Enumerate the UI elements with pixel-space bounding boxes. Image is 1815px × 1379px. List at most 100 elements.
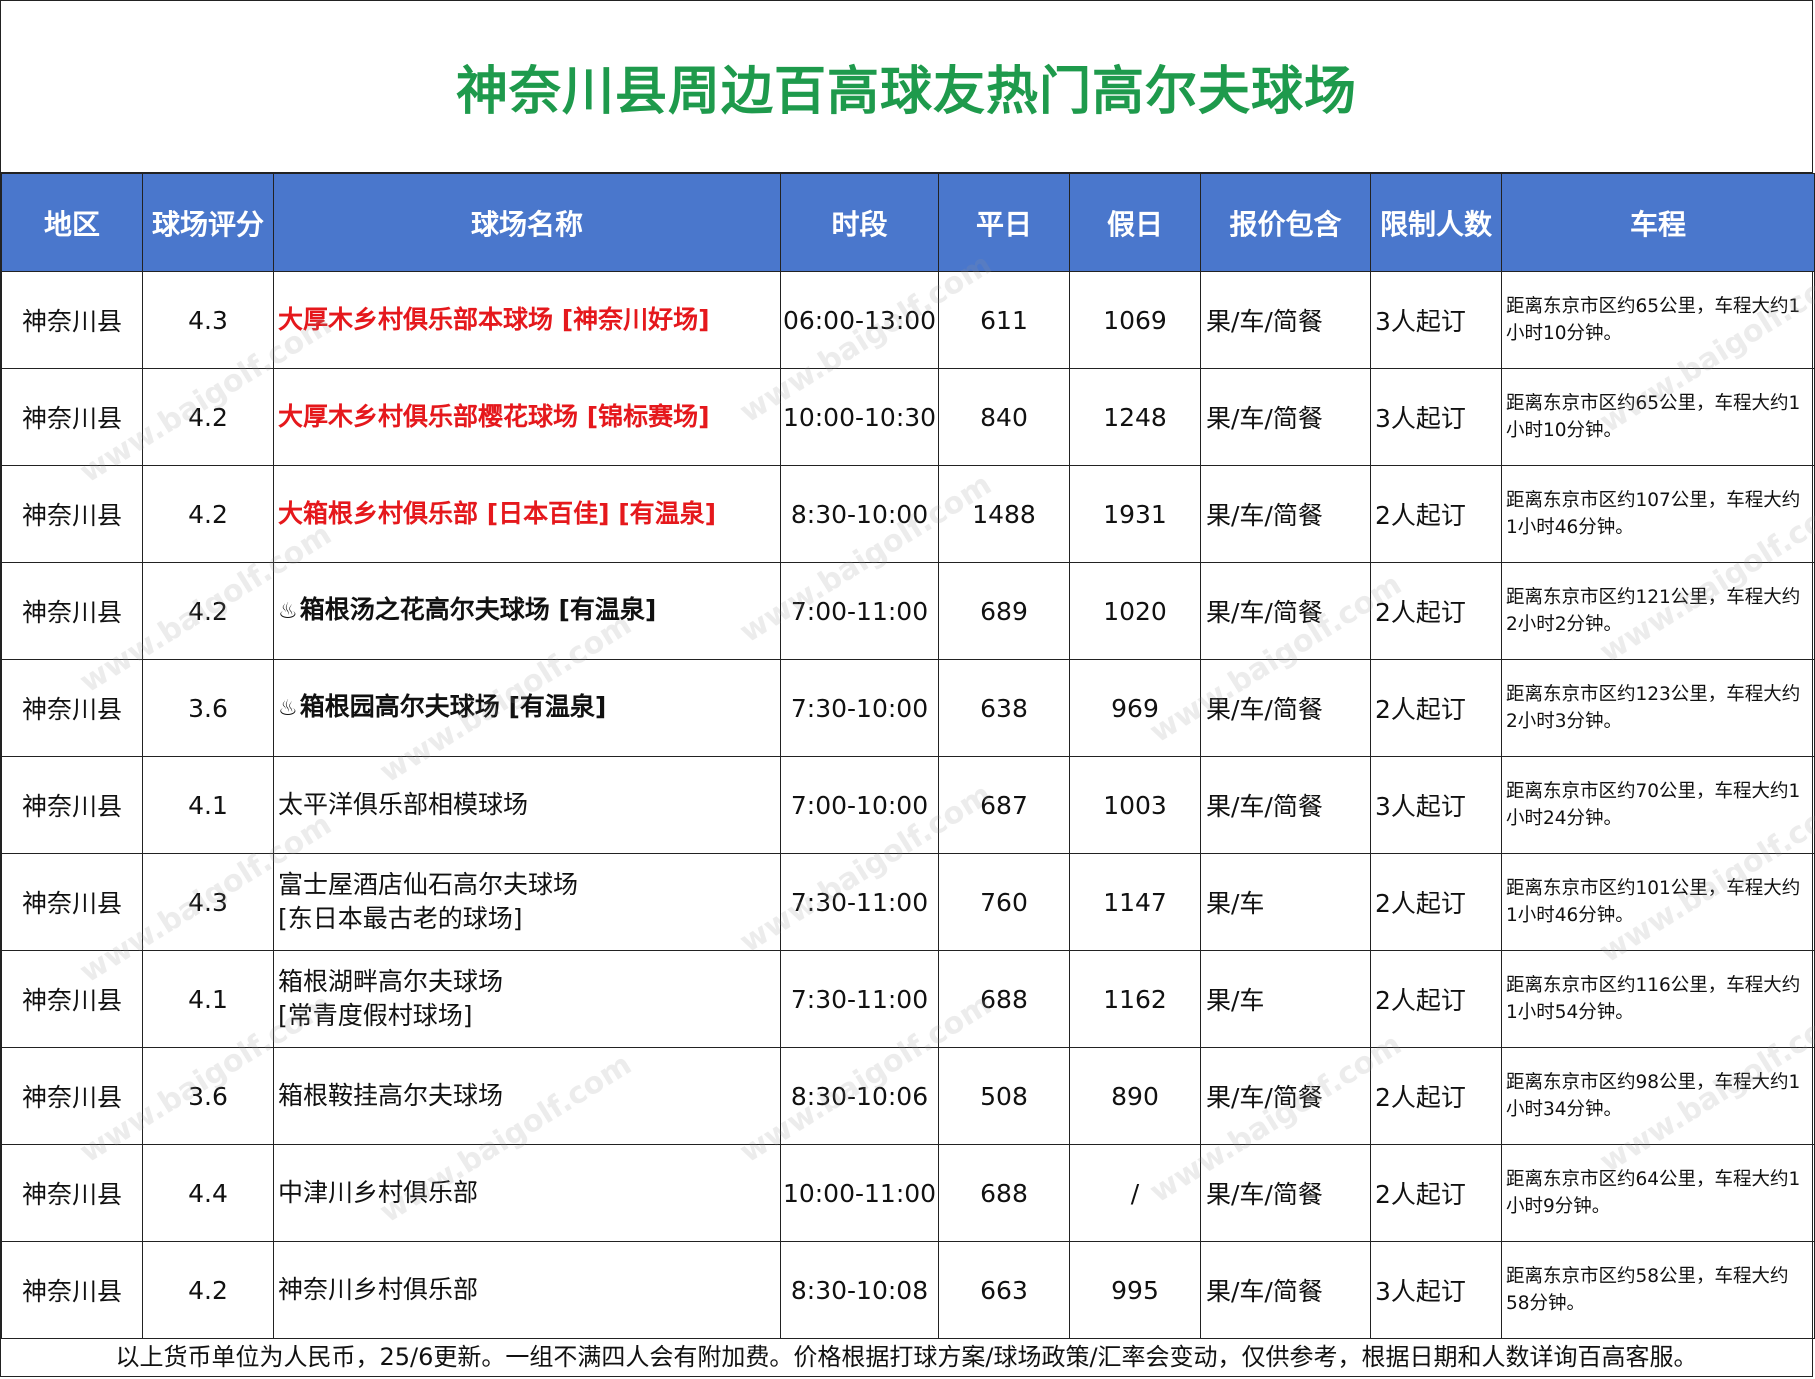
drive-line: 距离东京市区约98公里，车程大约1 [1506, 1072, 1801, 1093]
table-row: 神奈川县 4.2 大箱根乡村俱乐部 [日本百佳] [有温泉] 8:30-10:00 14… [1, 465, 1815, 563]
drive-line: 距离东京市区约107公里，车程大约 [1506, 490, 1801, 511]
course-name: 太平洋俱乐部相模球场 [278, 790, 529, 819]
time-slot-cell: 10:00-10:30 [780, 368, 939, 466]
weekday-price-cell: 689 [938, 562, 1070, 660]
price-sheet: 神奈川县周边百高球友热门高尔夫球场 地区 球场评分 球场名称 时段 平日 假日 … [0, 0, 1815, 1377]
holiday-price-cell: 1003 [1069, 756, 1201, 854]
min-players-cell: 2人起订 [1370, 465, 1502, 563]
weekday-price-cell: 663 [938, 1241, 1070, 1339]
region-cell: 神奈川县 [1, 1241, 143, 1339]
min-players-cell: 3人起订 [1370, 368, 1502, 466]
drive-line: 距离东京市区约70公里，车程大约1 [1506, 781, 1801, 802]
table-row: 神奈川县 3.6 ♨箱根园高尔夫球场 [有温泉] 7:30-10:00 638 969 果/… [1, 659, 1815, 757]
holiday-price-cell: 995 [1069, 1241, 1201, 1339]
header-drive-time: 车程 [1501, 173, 1815, 272]
holiday-price-cell: 890 [1069, 1047, 1201, 1145]
rating-cell: 4.2 [142, 562, 274, 660]
course-name: 大箱根乡村俱乐部 [日本百佳] [有温泉] [278, 499, 717, 528]
drive-line: 小时24分钟。 [1506, 808, 1623, 829]
includes-cell: 果/车/简餐 [1200, 1047, 1371, 1145]
table-row: 神奈川县 4.2 神奈川乡村俱乐部 8:30-10:08 663 995 果/车/简餐 3人起… [1, 1241, 1815, 1339]
drive-line: 1小时46分钟。 [1506, 905, 1634, 926]
course-name-cell: 箱根鞍挂高尔夫球场 [273, 1047, 781, 1145]
course-name: 箱根汤之花高尔夫球场 [有温泉] [299, 595, 657, 624]
region-cell: 神奈川县 [1, 1047, 143, 1145]
golf-course-table: 地区 球场评分 球场名称 时段 平日 假日 报价包含 限制人数 车程 神奈川县 4… [1, 173, 1815, 1339]
weekday-price-cell: 687 [938, 756, 1070, 854]
rating-cell: 3.6 [142, 1047, 274, 1145]
min-players-cell: 2人起订 [1370, 853, 1502, 951]
drive-line: 距离东京市区约65公里，车程大约1 [1506, 296, 1801, 317]
includes-cell: 果/车/简餐 [1200, 271, 1371, 369]
time-slot-cell: 7:30-10:00 [780, 659, 939, 757]
course-name: 箱根园高尔夫球场 [有温泉] [299, 692, 607, 721]
holiday-price-cell: 1020 [1069, 562, 1201, 660]
includes-cell: 果/车/简餐 [1200, 465, 1371, 563]
course-name-cell: ♨箱根园高尔夫球场 [有温泉] [273, 659, 781, 757]
drive-line: 1小时54分钟。 [1506, 1002, 1634, 1023]
course-name-cell: 大厚木乡村俱乐部本球场 [神奈川好场] [273, 271, 781, 369]
min-players-cell: 2人起订 [1370, 1144, 1502, 1242]
time-slot-cell: 8:30-10:08 [780, 1241, 939, 1339]
course-name: 箱根湖畔高尔夫球场 [278, 967, 504, 996]
rating-cell: 4.2 [142, 368, 274, 466]
hot-spring-icon: ♨ [278, 696, 298, 721]
table-row: 神奈川县 4.1 箱根湖畔高尔夫球场 [常青度假村球场] 7:30-11:00 688 11… [1, 950, 1815, 1048]
includes-cell: 果/车/简餐 [1200, 1241, 1371, 1339]
min-players-cell: 2人起订 [1370, 1047, 1502, 1145]
weekday-price-cell: 1488 [938, 465, 1070, 563]
header-weekday-price: 平日 [938, 173, 1070, 272]
page-title: 神奈川县周边百高球友热门高尔夫球场 [455, 62, 1357, 122]
drive-line: 58分钟。 [1506, 1293, 1586, 1314]
rating-cell: 4.2 [142, 1241, 274, 1339]
includes-cell: 果/车/简餐 [1200, 659, 1371, 757]
includes-cell: 果/车/简餐 [1200, 1144, 1371, 1242]
table-row: 神奈川县 4.2 大厚木乡村俱乐部樱花球场 [锦标赛场] 10:00-10:30 840… [1, 368, 1815, 466]
rating-cell: 3.6 [142, 659, 274, 757]
course-name-cell: ♨箱根汤之花高尔夫球场 [有温泉] [273, 562, 781, 660]
holiday-price-cell: 1147 [1069, 853, 1201, 951]
rating-cell: 4.1 [142, 950, 274, 1048]
weekday-price-cell: 688 [938, 1144, 1070, 1242]
time-slot-cell: 10:00-11:00 [780, 1144, 939, 1242]
drive-line: 小时10分钟。 [1506, 323, 1623, 344]
drive-time-cell: 距离东京市区约101公里，车程大约 1小时46分钟。 [1501, 853, 1815, 951]
region-cell: 神奈川县 [1, 368, 143, 466]
rating-cell: 4.2 [142, 465, 274, 563]
time-slot-cell: 7:30-11:00 [780, 950, 939, 1048]
header-price-includes: 报价包含 [1200, 173, 1371, 272]
includes-cell: 果/车/简餐 [1200, 756, 1371, 854]
weekday-price-cell: 688 [938, 950, 1070, 1048]
region-cell: 神奈川县 [1, 271, 143, 369]
time-slot-cell: 7:00-11:00 [780, 562, 939, 660]
drive-line: 2小时3分钟。 [1506, 711, 1623, 732]
drive-time-cell: 距离东京市区约121公里，车程大约 2小时2分钟。 [1501, 562, 1815, 660]
course-name-note: [常青度假村球场] [278, 1001, 473, 1030]
table-row: 神奈川县 3.6 箱根鞍挂高尔夫球场 8:30-10:06 508 890 果/车/简餐 2人… [1, 1047, 1815, 1145]
course-name-cell: 箱根湖畔高尔夫球场 [常青度假村球场] [273, 950, 781, 1048]
drive-time-cell: 距离东京市区约58公里，车程大约 58分钟。 [1501, 1241, 1815, 1339]
time-slot-cell: 8:30-10:06 [780, 1047, 939, 1145]
course-name-cell: 太平洋俱乐部相模球场 [273, 756, 781, 854]
drive-time-cell: 距离东京市区约107公里，车程大约 1小时46分钟。 [1501, 465, 1815, 563]
region-cell: 神奈川县 [1, 659, 143, 757]
holiday-price-cell: / [1069, 1144, 1201, 1242]
region-cell: 神奈川县 [1, 756, 143, 854]
course-name-cell: 大箱根乡村俱乐部 [日本百佳] [有温泉] [273, 465, 781, 563]
drive-line: 距离东京市区约116公里，车程大约 [1506, 975, 1801, 996]
holiday-price-cell: 969 [1069, 659, 1201, 757]
header-time-slot: 时段 [780, 173, 939, 272]
course-name: 箱根鞍挂高尔夫球场 [278, 1081, 504, 1110]
drive-time-cell: 距离东京市区约98公里，车程大约1 小时34分钟。 [1501, 1047, 1815, 1145]
rating-cell: 4.4 [142, 1144, 274, 1242]
table-body: 神奈川县 4.3 大厚木乡村俱乐部本球场 [神奈川好场] 06:00-13:00 611… [1, 271, 1815, 1339]
header-holiday-price: 假日 [1069, 173, 1201, 272]
drive-line: 距离东京市区约58公里，车程大约 [1506, 1266, 1789, 1287]
header-rating: 球场评分 [142, 173, 274, 272]
region-cell: 神奈川县 [1, 562, 143, 660]
drive-line: 距离东京市区约65公里，车程大约1 [1506, 393, 1801, 414]
course-name-note: [东日本最古老的球场] [278, 904, 523, 933]
region-cell: 神奈川县 [1, 465, 143, 563]
course-name-cell: 神奈川乡村俱乐部 [273, 1241, 781, 1339]
table-row: 神奈川县 4.1 太平洋俱乐部相模球场 7:00-10:00 687 1003 果/车/简餐… [1, 756, 1815, 854]
